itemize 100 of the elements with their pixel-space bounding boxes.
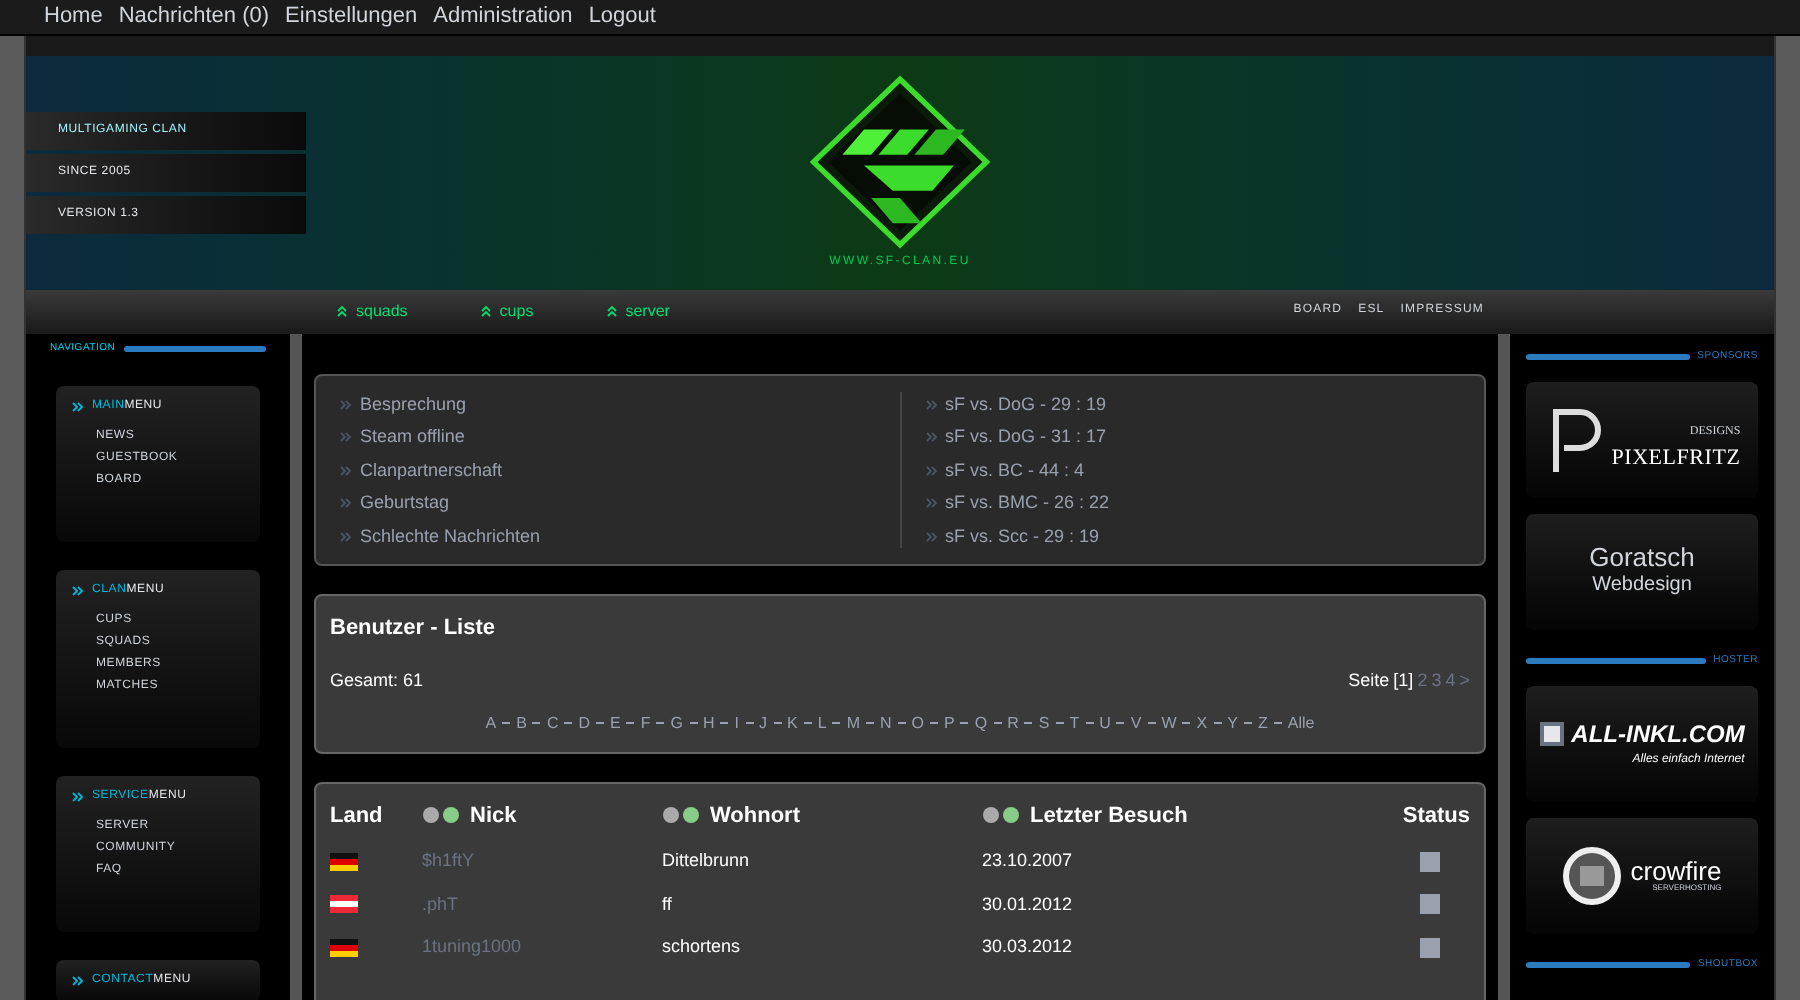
column-header: Land <box>330 801 383 831</box>
logo-square-icon <box>1539 722 1564 746</box>
letter-link[interactable]: V <box>1130 711 1142 735</box>
sponsor-banner[interactable]: Goratsch Webdesign <box>1526 513 1758 629</box>
letter-link[interactable]: T <box>1069 711 1080 735</box>
letter-link[interactable]: C <box>546 711 559 735</box>
panel-title: Benutzer - Liste <box>330 613 498 643</box>
letter-link[interactable]: F <box>640 711 651 735</box>
page-link[interactable]: [1] <box>1393 668 1414 695</box>
separator-dash <box>1182 722 1191 724</box>
letter-link[interactable]: D <box>578 711 591 735</box>
sub-nav-link[interactable]: server <box>605 299 670 323</box>
sponsor-subtitle: Webdesign <box>1592 574 1692 600</box>
letter-link[interactable]: G <box>670 711 683 735</box>
double-chevron-icon <box>72 585 84 595</box>
separator-dash <box>1273 722 1282 724</box>
separator-dash <box>773 722 782 724</box>
letter-link[interactable]: M <box>846 711 860 735</box>
double-chevron-icon <box>72 791 84 801</box>
letter-link[interactable]: H <box>703 711 715 735</box>
separator-dash <box>689 722 697 724</box>
letter-link[interactable]: E <box>610 711 621 735</box>
letter-link[interactable]: O <box>911 711 924 735</box>
separator-dash <box>1024 722 1033 724</box>
separator-dash <box>865 722 874 724</box>
sort-icon[interactable] <box>662 806 702 825</box>
separator-dash <box>1213 722 1222 724</box>
match-link[interactable]: sF vs. DoG - 29 : 19 <box>925 391 1484 418</box>
nav-link[interactable]: Home <box>44 0 103 33</box>
double-chevron-icon <box>925 465 937 476</box>
match-link[interactable]: sF vs. Scc - 29 : 19 <box>925 523 1484 550</box>
nav-link[interactable]: Nachrichten (0) <box>118 0 270 33</box>
letter-link[interactable]: J <box>759 711 768 735</box>
separator-dash <box>1055 722 1064 724</box>
separator-dash <box>1116 722 1125 724</box>
double-chevron-icon <box>72 401 84 411</box>
match-link[interactable]: sF vs. DoG - 31 : 17 <box>925 424 1484 451</box>
double-chevron-icon <box>606 305 617 317</box>
letter-link[interactable]: Z <box>1257 711 1268 735</box>
nick-cell-text: 1tuning1000 <box>422 934 524 960</box>
date-cell-text: 30.01.2012 <box>982 891 1075 917</box>
separator-dash <box>960 722 969 724</box>
letter-link[interactable]: I <box>734 711 740 735</box>
separator-dash <box>1085 722 1094 724</box>
letter-link[interactable]: A <box>485 711 497 735</box>
double-chevron-icon <box>340 465 352 476</box>
match-link[interactable]: sF vs. BMC - 26 : 22 <box>925 490 1484 517</box>
letter-link[interactable]: R <box>1007 711 1019 735</box>
double-chevron-icon <box>340 432 352 443</box>
date-cell-text: 23.10.2007 <box>982 848 1075 874</box>
news-link[interactable]: Besprechung <box>340 391 899 418</box>
letter-link[interactable]: Y <box>1227 711 1238 735</box>
column-header: Wohnort <box>710 801 801 831</box>
separator-dash <box>532 722 541 724</box>
news-link[interactable]: Schlechte Nachrichten <box>340 523 899 550</box>
sort-icon[interactable] <box>982 806 1022 825</box>
letter-link[interactable]: L <box>817 711 827 735</box>
location-cell-text: schortens <box>662 934 743 960</box>
heading-bar <box>123 346 266 352</box>
separator-dash <box>1147 722 1156 724</box>
double-chevron-icon <box>925 399 937 410</box>
location-cell-text: Dittelbrunn <box>662 848 752 874</box>
letter-link[interactable]: S <box>1038 711 1050 735</box>
nav-link[interactable]: Administration <box>433 0 573 33</box>
nick-cell-text: $h1ftY <box>422 848 477 874</box>
separator-dash <box>930 722 938 724</box>
globe-logo-icon <box>1562 845 1623 905</box>
letter-link[interactable]: K <box>787 711 798 735</box>
double-chevron-icon <box>925 531 937 542</box>
letter-link[interactable]: X <box>1196 711 1208 735</box>
nav-link[interactable]: Einstellungen <box>285 0 418 33</box>
match-link[interactable]: sF vs. BC - 44 : 4 <box>925 457 1484 484</box>
total-count: Gesamt: 61 <box>330 668 424 694</box>
separator-dash <box>626 722 635 724</box>
letter-link[interactable]: W <box>1161 711 1177 735</box>
separator-dash <box>993 722 1002 724</box>
news-link[interactable]: Clanpartnerschaft <box>340 457 899 484</box>
double-chevron-icon <box>340 531 352 542</box>
letter-link[interactable]: Alle <box>1287 711 1315 735</box>
sponsor-name: Goratsch <box>1589 542 1695 575</box>
double-chevron-icon <box>340 498 352 509</box>
double-chevron-icon <box>925 498 937 509</box>
location-cell-text: ff <box>662 891 674 917</box>
sponsor-name: crowfire <box>1630 858 1722 884</box>
double-chevron-icon <box>925 432 937 443</box>
news-link[interactable]: Geburtstag <box>340 490 899 517</box>
letter-link[interactable]: P <box>944 711 955 735</box>
separator-dash <box>596 722 605 724</box>
letter-link[interactable]: Q <box>974 711 988 735</box>
nav-link[interactable]: Logout <box>588 0 656 33</box>
letter-link[interactable]: N <box>879 711 892 735</box>
sponsor-name: ALL-INKL.COM <box>1571 718 1745 752</box>
letter-link[interactable]: B <box>516 711 527 735</box>
double-chevron-icon <box>337 305 347 317</box>
news-link[interactable]: Steam offline <box>340 424 899 451</box>
letter-link[interactable]: U <box>1099 711 1111 735</box>
sub-nav-link[interactable]: cups <box>479 299 534 323</box>
sub-nav-link[interactable]: squads <box>336 299 408 323</box>
sort-icon[interactable] <box>422 806 462 825</box>
page-label: Seite <box>1348 668 1390 694</box>
